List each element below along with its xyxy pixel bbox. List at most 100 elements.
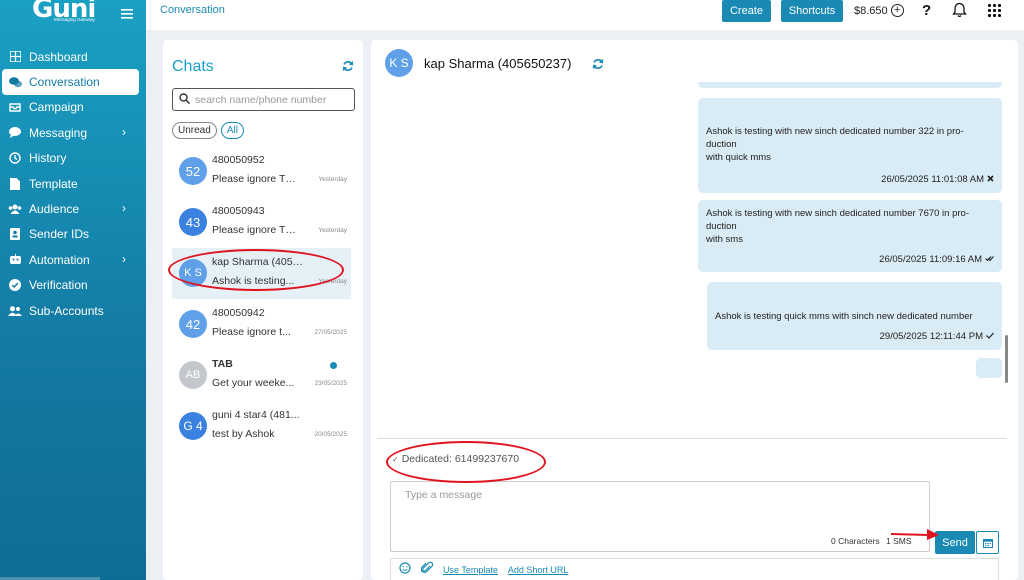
message-bubble: Ashok is testing with new sinch dedicate… <box>698 200 1002 272</box>
unread-indicator <box>330 362 337 369</box>
chat-name: guni 4 star4 (481... <box>212 409 300 421</box>
sidebar-item-label: History <box>29 151 67 166</box>
chat-preview: Ashok is testing... <box>212 275 295 287</box>
add-short-url-link[interactable]: Add Short URL <box>508 565 569 575</box>
chat-list-item[interactable]: G 4 guni 4 star4 (481... test by Ashok 2… <box>172 401 351 452</box>
sms-count: 1 SMS <box>886 536 912 546</box>
sidebar-item-label: Conversation <box>29 75 100 90</box>
help-icon[interactable]: ? <box>922 2 931 19</box>
chevron-down-icon: ✓ <box>392 455 399 464</box>
logo[interactable]: Guni Messaging Gateway <box>32 0 104 26</box>
filter-unread[interactable]: Unread <box>172 122 217 139</box>
refresh-conversation-icon[interactable] <box>592 58 604 73</box>
message-line: with sms <box>706 234 743 245</box>
template-icon <box>8 177 22 191</box>
sidebar-item-history[interactable]: History <box>0 146 146 171</box>
sidebar-item-verification[interactable]: Verification <box>0 273 146 298</box>
sidebar-item-label: Template <box>29 176 78 191</box>
schedule-calendar-icon[interactable] <box>976 531 999 554</box>
sidebar: Guni Messaging Gateway Dashboard Convers… <box>0 0 146 580</box>
shortcuts-button[interactable]: Shortcuts <box>781 0 843 22</box>
chat-list-item[interactable]: 42 480050942 Please ignore t... 27/05/20… <box>172 299 351 350</box>
sidebar-item-campaign[interactable]: Campaign <box>0 95 146 120</box>
dedicated-number-label: Dedicated: 61499237670 <box>401 453 520 465</box>
message-bubble-partial <box>698 82 1002 88</box>
sidebar-item-label: Sub-Accounts <box>29 303 104 318</box>
sidebar-item-sender-ids[interactable]: Sender IDs <box>0 222 146 247</box>
sidebar-item-template[interactable]: Template <box>0 171 146 196</box>
logo-tagline: Messaging Gateway <box>54 17 95 22</box>
avatar: 42 <box>179 310 207 338</box>
chevron-right-icon: › <box>122 252 126 267</box>
attachment-icon[interactable] <box>420 561 434 579</box>
sidebar-item-messaging[interactable]: Messaging › <box>0 120 146 145</box>
hamburger-menu-icon[interactable] <box>121 6 133 22</box>
sender-ids-icon <box>8 227 22 241</box>
balance-widget: $8.650 + <box>854 4 904 17</box>
message-bubble: Ashok is testing with new sinch dedicate… <box>698 98 1002 193</box>
chat-list-item[interactable]: 52 480050952 Please ignore Th... Yesterd… <box>172 146 351 197</box>
divider <box>377 438 1007 439</box>
delivered-double-check-icon <box>985 254 994 265</box>
chat-date: 23/05/2025 <box>314 380 347 387</box>
chevron-right-icon: › <box>122 201 126 216</box>
chevron-right-icon: › <box>122 125 126 140</box>
message-line: Ashok is testing with new sinch dedicate… <box>706 208 969 219</box>
composer-toolbar: Use Template Add Short URL <box>390 558 999 580</box>
message-line: with quick mms <box>706 152 771 163</box>
apps-grid-icon[interactable] <box>988 4 1001 17</box>
create-button[interactable]: Create <box>722 0 771 22</box>
message-input[interactable] <box>405 489 905 539</box>
sidebar-item-sub-accounts[interactable]: Sub-Accounts <box>0 298 146 323</box>
chat-date: Yesterday <box>318 176 347 183</box>
chat-name: 480050943 <box>212 205 265 217</box>
message-thread[interactable]: Ashok is testing with new sinch dedicate… <box>379 82 1009 438</box>
refresh-icon[interactable] <box>342 60 354 75</box>
conversation-icon <box>8 75 22 89</box>
message-line: Ashok is testing with new sinch dedicate… <box>706 126 964 137</box>
emoji-icon[interactable] <box>399 561 411 579</box>
sidebar-item-label: Sender IDs <box>29 227 90 242</box>
thread-scrollbar[interactable] <box>1005 335 1008 383</box>
chat-list-item[interactable]: AB TAB Get your weeke... 23/05/2025 <box>172 350 351 401</box>
message-line: duction <box>706 139 737 150</box>
sidebar-item-label: Campaign <box>29 100 84 115</box>
avatar: K S <box>179 259 207 287</box>
chat-name: kap Sharma (40565... <box>212 256 308 268</box>
chat-date: 27/05/2025 <box>314 329 347 336</box>
sent-check-icon <box>986 331 994 342</box>
send-button[interactable]: Send <box>935 531 975 554</box>
char-count: 0 Characters <box>831 536 880 546</box>
sidebar-nav: Dashboard Conversation Campaign Messagin… <box>0 44 146 323</box>
message-line: duction <box>706 221 737 232</box>
sub-accounts-icon <box>8 304 22 318</box>
breadcrumb[interactable]: Conversation <box>160 4 225 16</box>
chats-panel: Chats Unread All 52 480050952 Please ign… <box>163 40 363 580</box>
campaign-icon <box>8 100 22 114</box>
use-template-link[interactable]: Use Template <box>443 565 498 575</box>
sidebar-item-audience[interactable]: Audience › <box>0 196 146 221</box>
contact-name-suffix: 0237) <box>538 56 572 71</box>
chat-list-item-selected[interactable]: K S kap Sharma (40565... Ashok is testin… <box>172 248 351 299</box>
sidebar-item-label: Audience <box>29 202 80 217</box>
history-icon <box>8 151 22 165</box>
chat-list-item[interactable]: 43 480050943 Please ignore Th... Yesterd… <box>172 197 351 248</box>
character-counter: 0 Characters 1 SMS <box>831 536 912 546</box>
avatar: 43 <box>179 208 207 236</box>
filter-all[interactable]: All <box>220 122 244 139</box>
chat-name: TAB <box>212 358 233 370</box>
sidebar-item-automation[interactable]: Automation › <box>0 247 146 272</box>
dedicated-number[interactable]: ✓ Dedicated: 61499237670 <box>392 453 519 465</box>
add-funds-icon[interactable]: + <box>890 4 904 17</box>
verification-icon <box>8 278 22 292</box>
search-input[interactable] <box>195 93 345 106</box>
dashboard-icon <box>8 50 22 64</box>
chat-preview: Please ignore Th... <box>212 173 298 185</box>
bell-icon[interactable] <box>952 2 967 23</box>
sidebar-item-label: Dashboard <box>29 49 88 64</box>
chat-date: 20/05/2025 <box>314 431 347 438</box>
message-timestamp: 26/05/2025 11:01:08 AM <box>881 174 984 185</box>
sidebar-item-dashboard[interactable]: Dashboard <box>0 44 146 69</box>
chats-title: Chats <box>172 58 214 75</box>
sidebar-item-conversation[interactable]: Conversation <box>2 69 139 95</box>
